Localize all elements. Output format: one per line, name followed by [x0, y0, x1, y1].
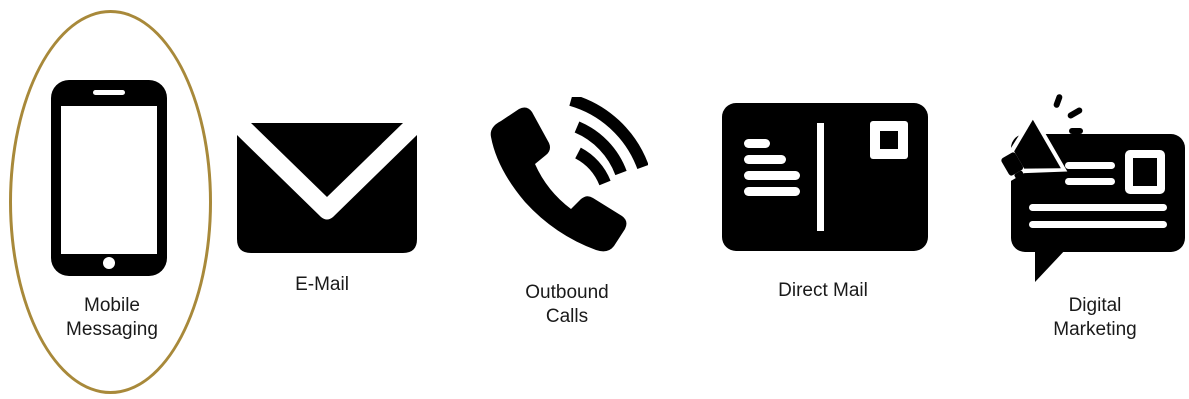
label-outbound-calls: Outbound Calls: [525, 281, 608, 329]
label-line: Messaging: [66, 319, 158, 340]
label-line: Marketing: [1053, 319, 1137, 340]
label-line: Calls: [545, 306, 589, 327]
envelope-icon: [237, 123, 417, 253]
label-digital-marketing: Digital Marketing: [1053, 294, 1136, 342]
label-line: E-Mail: [295, 274, 349, 295]
label-line: Digital: [1068, 295, 1122, 316]
megaphone-ad-icon: [995, 94, 1185, 282]
label-line: Outbound: [525, 282, 609, 303]
label-line: Direct Mail: [778, 280, 868, 301]
postcard-icon: [722, 103, 928, 251]
label-mobile-messaging: Mobile Messaging: [66, 294, 158, 342]
label-email: E-Mail: [295, 273, 349, 297]
channels-diagram: { "highlight_color": "#A8893A", "icon_co…: [0, 0, 1189, 399]
phone-call-icon: [490, 97, 648, 252]
label-line: Mobile: [84, 295, 140, 316]
label-direct-mail: Direct Mail: [778, 279, 868, 303]
smartphone-icon: [51, 80, 167, 276]
